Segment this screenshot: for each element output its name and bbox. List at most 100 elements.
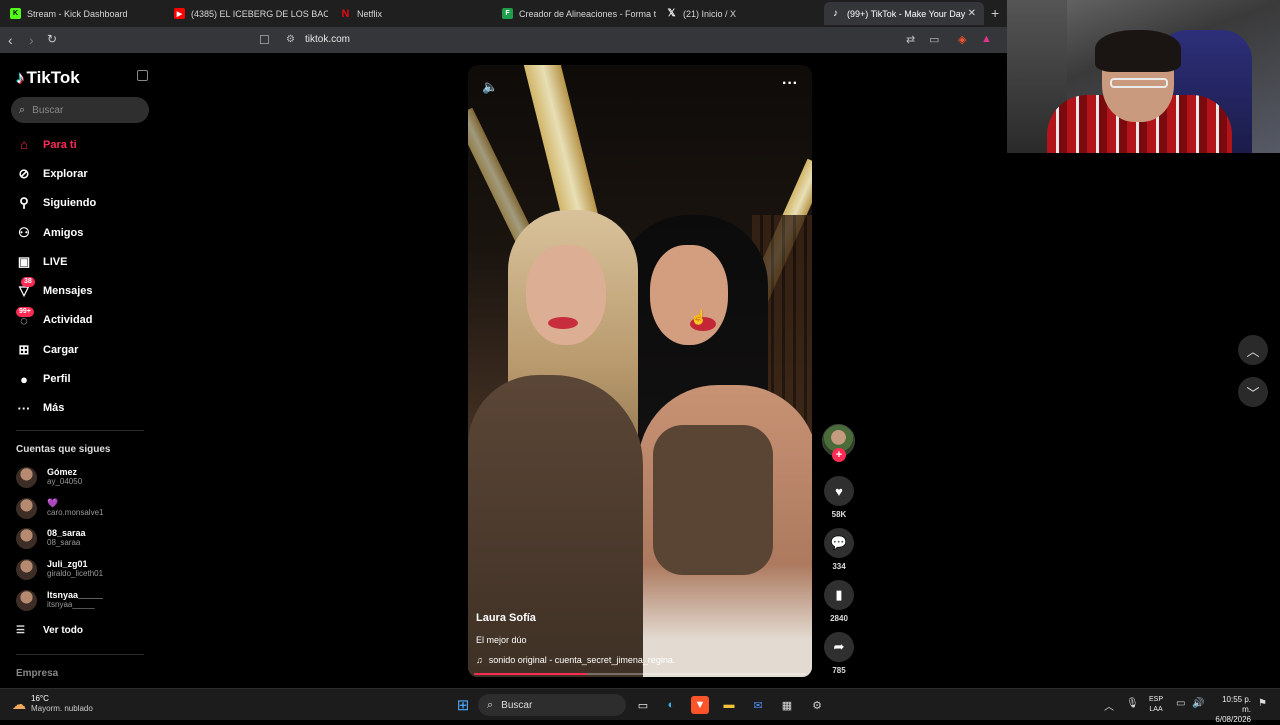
collapse-sidebar-icon[interactable] [137, 70, 148, 81]
tiktok-icon: ♪ [833, 8, 838, 19]
tab-netflix[interactable]: N Netflix [334, 2, 494, 25]
more-icon: ··· [17, 400, 31, 416]
company-link[interactable]: Empresa [16, 668, 58, 679]
follow-plus-icon[interactable]: + [832, 448, 846, 462]
video-progress-bar[interactable] [474, 673, 806, 675]
webcam-glasses [1110, 78, 1168, 88]
nav-explorar[interactable]: ⊘ Explorar [0, 159, 160, 188]
bookmark-icon: ▮ [824, 580, 854, 610]
search-icon: ⌕ [19, 103, 26, 116]
bookmark-icon[interactable]: ☐ [259, 33, 270, 47]
taskbar-search[interactable]: ⌕ Buscar [478, 694, 626, 716]
video-music[interactable]: ♫ sonido original - cuenta_secret_jimena… [476, 655, 675, 665]
tab-kick[interactable]: K Stream - Kick Dashboard [4, 2, 166, 25]
site-info-icon[interactable]: ⚙ [286, 34, 295, 45]
translate-icon[interactable]: ⇄ [906, 33, 915, 46]
volume-icon[interactable]: 🔈 [482, 79, 498, 95]
save-button[interactable]: ▮ 2840 [822, 580, 856, 623]
tab-title: (4385) EL ICEBERG DE LOS BACKROO [191, 8, 328, 19]
temperature: 16°C [31, 694, 49, 703]
person-top [653, 425, 773, 575]
nav-amigos[interactable]: ⚇ Amigos [0, 218, 160, 247]
nav-label: Explorar [43, 167, 88, 180]
following-account[interactable]: 💜 caro.monsalve1 [16, 494, 156, 522]
share-button[interactable]: ➦ 785 [822, 632, 856, 675]
nav-mensajes[interactable]: ▽ 38 Mensajes [0, 276, 160, 305]
language-indicator[interactable]: ESP LAA [1149, 695, 1163, 715]
nav-para-ti[interactable]: ⌂ Para ti [0, 130, 160, 159]
account-handle: itsnyaa_____ [47, 600, 95, 609]
next-video-button[interactable]: ﹀ [1238, 377, 1268, 407]
comment-button[interactable]: 💬 334 [822, 528, 856, 571]
tab-title: (21) Inicio / X [683, 8, 737, 19]
following-account[interactable]: Juli_zg01 giraldo_liceth01 [16, 555, 156, 583]
cast-icon[interactable]: ▭ [929, 33, 939, 46]
tab-title: Netflix [357, 8, 383, 19]
sheet-icon: F [502, 8, 513, 19]
tiktok-logo[interactable]: ♪ TikTok [16, 68, 80, 88]
tab-title: Stream - Kick Dashboard [27, 8, 128, 19]
tab-alineaciones[interactable]: F Creador de Alineaciones - Forma tu E [496, 2, 656, 25]
close-tab-icon[interactable]: ✕ [968, 8, 976, 19]
previous-video-button[interactable]: ︿ [1238, 335, 1268, 365]
windows-start-icon[interactable]: ⊞ [454, 696, 472, 714]
following-account[interactable]: 08_saraa 08_saraa [16, 524, 156, 552]
url-text[interactable]: tiktok.com [305, 34, 350, 45]
like-count: 58K [831, 510, 847, 519]
webcam-overlay [1007, 0, 1280, 153]
account-handle: 08_saraa [47, 538, 81, 547]
comment-icon: 💬 [824, 528, 854, 558]
nav-label: Mensajes [43, 285, 93, 298]
brave-shield-icon[interactable]: ◈ [958, 33, 966, 46]
volume-icon[interactable]: 🔊 [1192, 698, 1204, 709]
app-icon[interactable]: ⚙ [808, 696, 826, 714]
nav-live[interactable]: ▣ LIVE [0, 247, 160, 276]
like-button[interactable]: ♥ 58K [822, 476, 856, 519]
nav-mas[interactable]: ··· Más [0, 394, 160, 423]
network-icon[interactable]: ▭ [1176, 698, 1185, 709]
following-account[interactable]: Gómez ay_04050 [16, 463, 156, 491]
avatar [16, 466, 37, 488]
microphone-icon[interactable]: 🎙 [1126, 698, 1139, 709]
kick-icon: K [10, 8, 21, 19]
nav-label: Cargar [43, 343, 79, 356]
brave-icon[interactable]: ▼ [691, 696, 709, 714]
save-count: 2840 [830, 614, 848, 623]
nav-perfil[interactable]: ● Perfil [0, 364, 160, 393]
tab-x[interactable]: 𝕏 (21) Inicio / X [660, 2, 820, 25]
video-player[interactable]: 🔈 ··· Laura Sofía El mejor dúo ♫ sonido … [468, 65, 812, 677]
more-options-icon[interactable]: ··· [782, 75, 798, 93]
taskbar-search-label: Buscar [501, 699, 533, 711]
nav-siguiendo[interactable]: ⚲ Siguiendo [0, 189, 160, 218]
show-hidden-icons[interactable]: ︿ [1104, 698, 1114, 713]
weather-widget[interactable]: ☁ 16°C Mayorm. nublado [12, 694, 93, 714]
following-account[interactable]: Itsnyaa_____ itsnyaa_____ [16, 586, 156, 614]
file-explorer-icon[interactable]: ▬ [720, 696, 738, 714]
new-tab-button[interactable]: + [991, 5, 999, 21]
reload-icon[interactable]: ↻ [47, 32, 57, 46]
chevron-up-icon: ︿ [1246, 343, 1260, 359]
task-view-icon[interactable]: ▭ [634, 696, 652, 714]
account-name: Itsnyaa_____ [47, 590, 104, 600]
edge-icon[interactable]: ◐ [662, 696, 680, 714]
nav-cargar[interactable]: ⊞ Cargar [0, 335, 160, 364]
divider [16, 654, 144, 655]
tab-youtube[interactable]: ▶ (4385) EL ICEBERG DE LOS BACKROO [168, 2, 328, 25]
search-box[interactable]: ⌕ [11, 97, 149, 123]
comment-count: 334 [832, 562, 846, 571]
nav-actividad[interactable]: ◌ 99+ Actividad [0, 306, 160, 335]
notification-icon[interactable]: ⚑ [1258, 698, 1267, 709]
back-icon[interactable]: ‹ [8, 32, 13, 48]
tab-tiktok[interactable]: ♪ (99+) TikTok - Make Your Day ✕ [824, 2, 984, 25]
store-icon[interactable]: ▦ [778, 696, 796, 714]
video-author[interactable]: Laura Sofía [476, 612, 536, 624]
clock[interactable]: 10:55 p. m. 6/08/2026 [1211, 695, 1251, 725]
search-input[interactable] [32, 104, 133, 116]
see-all-link[interactable]: ☰ Ver todo [16, 625, 83, 636]
outlook-icon[interactable]: ✉ [749, 696, 767, 714]
account-name: 💜 [47, 498, 59, 508]
weather-icon: ☁ [12, 695, 26, 712]
forward-icon[interactable]: › [29, 32, 34, 48]
brave-rewards-icon[interactable]: ▲ [981, 33, 992, 45]
music-title: sonido original - cuenta_secret_jimena_r… [488, 655, 676, 665]
